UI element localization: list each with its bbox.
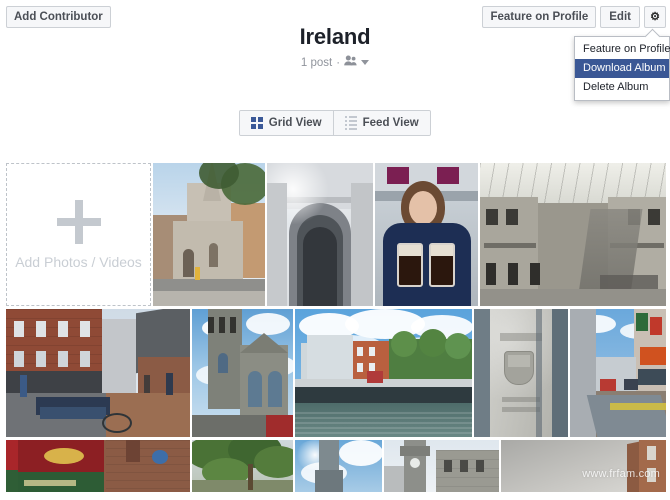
page-title: Ireland bbox=[299, 24, 371, 49]
photo-archway[interactable] bbox=[267, 163, 373, 306]
photo-tullamore-monument[interactable] bbox=[474, 309, 568, 437]
photo-guinness-pints[interactable] bbox=[375, 163, 478, 306]
grid-icon bbox=[251, 117, 263, 129]
gear-icon: ⚙ bbox=[650, 10, 660, 23]
photo-grid-row: www.frfam.com bbox=[6, 440, 666, 492]
view-toggle-group: Grid View Feed View bbox=[239, 110, 431, 136]
tab-grid-view-label: Grid View bbox=[268, 117, 322, 129]
friends-icon[interactable] bbox=[344, 55, 357, 70]
add-photos-tile[interactable]: Add Photos / Videos bbox=[6, 163, 151, 306]
tab-feed-view-label: Feed View bbox=[362, 117, 419, 129]
plus-icon bbox=[56, 199, 101, 244]
tab-grid-view[interactable]: Grid View bbox=[240, 111, 333, 135]
album-settings-menu[interactable]: Feature on Profile Download Album Delete… bbox=[574, 36, 670, 101]
photo-georgian-street[interactable] bbox=[6, 309, 190, 437]
photo-liffey-quays[interactable] bbox=[295, 309, 472, 437]
menu-item-delete-album[interactable]: Delete Album bbox=[575, 78, 669, 97]
photo-kilmainham-gaol[interactable] bbox=[480, 163, 666, 306]
add-photos-label: Add Photos / Videos bbox=[15, 253, 142, 270]
album-header: Ireland 1 post · bbox=[0, 24, 670, 70]
album-page: Add Contributor Feature on Profile Edit … bbox=[0, 0, 670, 500]
menu-item-feature-on-profile[interactable]: Feature on Profile bbox=[575, 40, 670, 59]
watermark: www.frfam.com bbox=[582, 468, 660, 480]
photo-grid-row bbox=[6, 309, 666, 437]
post-count: 1 post bbox=[300, 56, 333, 69]
photo-grid: Add Photos / Videos www.frfam.com bbox=[6, 163, 666, 495]
photo-flag-street[interactable] bbox=[570, 309, 666, 437]
chevron-down-icon[interactable] bbox=[361, 60, 370, 65]
album-meta: 1 post · bbox=[0, 55, 670, 70]
photo-church-tower[interactable] bbox=[192, 309, 293, 437]
tab-feed-view[interactable]: Feed View bbox=[332, 111, 430, 135]
meta-separator: · bbox=[336, 56, 341, 69]
list-icon bbox=[344, 116, 357, 130]
photo-monument-sky[interactable] bbox=[295, 440, 382, 492]
photo-clock-tower[interactable] bbox=[384, 440, 499, 492]
photo-church-street[interactable] bbox=[153, 163, 265, 306]
photo-grid-row: Add Photos / Videos bbox=[6, 163, 666, 306]
view-toggle: Grid View Feed View bbox=[0, 110, 670, 136]
photo-pub-front[interactable] bbox=[6, 440, 190, 492]
menu-item-download-album[interactable]: Download Album bbox=[575, 59, 669, 78]
photo-overcast-building[interactable]: www.frfam.com bbox=[501, 440, 666, 492]
photo-tree-canopy[interactable] bbox=[192, 440, 293, 492]
